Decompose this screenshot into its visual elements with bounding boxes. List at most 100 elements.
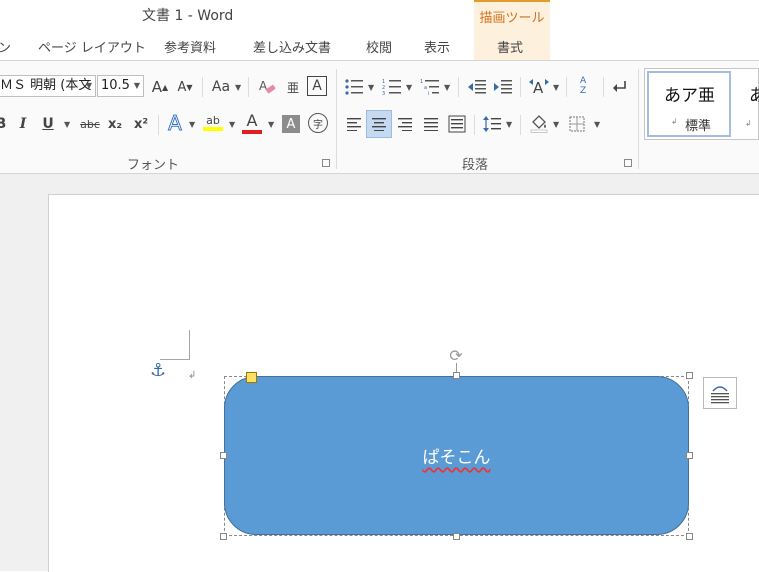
align-right-icon [398,118,412,131]
decrease-indent-button[interactable] [466,75,488,99]
font-dialog-launcher-icon[interactable] [322,159,330,167]
rounded-rectangle-shape[interactable]: ぱそこん [224,376,689,535]
change-case-button[interactable]: Aa [208,76,234,98]
eraser-icon: A [259,79,276,94]
subscript-icon: x₂ [107,116,123,132]
character-shading-button[interactable]: A [282,115,300,133]
ribbon-tabs: ン ページ レイアウト 参考資料 差し込み文書 校閲 表示 書式 [0,30,759,61]
shrink-font-button[interactable]: A ▼ [175,76,195,98]
separator [158,115,159,135]
context-tab-label: 描画ツール [479,11,545,26]
show-formatting-marks-button[interactable] [609,75,631,99]
text-effects-button[interactable]: A [164,111,186,136]
italic-icon: I [19,116,27,132]
enclose-characters-button[interactable]: 字 [308,113,328,133]
increase-indent-button[interactable] [492,75,514,99]
tab-page-layout[interactable]: ページ レイアウト [38,37,146,56]
grow-font-button[interactable]: A ▲ [150,76,170,98]
paint-bucket-icon [530,115,548,133]
grow-font-icon: A [151,78,163,96]
paragraph-group-label: 段落 [462,158,489,173]
distributed-button[interactable] [446,112,468,136]
font-size-combo[interactable]: 10.5 ▼ [97,75,144,97]
decrease-indent-icon [468,80,486,94]
increase-indent-icon [494,80,512,94]
align-right-button[interactable] [394,112,416,136]
font-size-value: 10.5 [101,78,130,93]
character-scaling-icon: A [529,79,549,96]
separator [520,115,521,135]
resize-handle-bottom-left[interactable] [220,533,227,540]
window-title: 文書 1 - Word [142,8,234,24]
italic-button[interactable]: I [14,113,32,135]
character-scaling-button[interactable]: A [527,75,551,99]
paragraph-mark-icon: ↲ [188,370,197,381]
chevron-down-icon: ▼ [85,81,92,90]
rotate-handle-icon[interactable]: ⟳ [447,346,465,365]
tab-view[interactable]: 表示 [424,37,450,56]
tab-design-partial[interactable]: ン [0,37,11,56]
tab-references[interactable]: 参考資料 [164,37,216,56]
chevron-down-icon: ▼ [189,120,196,129]
underline-button[interactable]: U [38,113,58,135]
chevron-down-icon: ▼ [594,120,601,129]
font-color-button[interactable]: A [240,109,264,135]
font-group-label: フォント [127,158,180,173]
multilevel-list-button[interactable]: 1ai [419,75,441,99]
resize-handle-right[interactable] [686,452,693,459]
resize-handle-bottom-right[interactable] [686,533,693,540]
chevron-down-icon: ▼ [229,120,236,129]
align-center-button[interactable] [366,110,392,138]
phonetic-guide-button[interactable]: 亜 [282,76,304,98]
paragraph-dialog-launcher-icon[interactable] [624,159,632,167]
layout-options-icon [711,386,729,404]
character-shading-icon: A [286,116,296,132]
justify-icon [424,118,438,131]
font-name-combo[interactable]: ＭＳ 明朝 (本文 ▼ [0,75,96,97]
line-spacing-button[interactable] [481,112,503,136]
tab-mailings[interactable]: 差し込み文書 [253,37,331,56]
change-case-icon: Aa [211,79,231,95]
styles-gallery: あア亜 ↲ 標準 あ ↲ [644,68,759,140]
align-left-button[interactable] [343,112,365,136]
character-border-icon: A [312,78,322,94]
style-next-sample[interactable]: あ [749,81,759,106]
shading-button[interactable] [527,110,551,136]
svg-text:1: 1 [420,79,423,85]
resize-handle-top[interactable] [453,372,460,379]
multilevel-list-icon: 1ai [420,79,439,96]
resize-handle-top-right[interactable] [686,372,693,379]
svg-text:a: a [424,85,427,91]
adjustment-handle[interactable] [246,372,257,383]
margin-corner-mark [160,330,190,360]
font-color-bar [242,129,262,134]
bold-button[interactable]: B [0,113,8,135]
highlight-button[interactable]: ab [201,109,225,135]
numbering-button[interactable]: 123 [381,75,403,99]
justify-button[interactable] [420,112,442,136]
style-normal[interactable]: あア亜 ↲ 標準 [647,71,731,137]
character-border-button[interactable]: A [307,76,327,96]
sort-button[interactable]: A Z [573,73,597,99]
bullets-button[interactable] [343,75,365,99]
line-spacing-icon [483,116,501,132]
superscript-button[interactable]: x² [130,113,152,135]
clear-formatting-button[interactable]: A [256,76,278,98]
strikethrough-button[interactable]: abc [76,113,104,135]
svg-text:i: i [428,91,429,96]
borders-button[interactable] [566,112,588,136]
tab-review[interactable]: 校閲 [366,37,392,56]
chevron-down-icon: ▼ [406,83,413,92]
layout-options-button[interactable] [703,377,737,409]
separator [474,115,475,135]
paragraph-mark-icon [613,81,626,92]
resize-handle-bottom[interactable] [453,533,460,540]
separator [520,77,521,97]
bold-icon: B [0,116,7,132]
shape-text[interactable]: ぱそこん [423,443,491,468]
resize-handle-left[interactable] [220,452,227,459]
subscript-button[interactable]: x₂ [104,113,126,135]
chevron-down-icon: ▼ [235,83,242,92]
underline-icon: U [42,116,54,132]
tab-format[interactable]: 書式 [497,37,523,56]
